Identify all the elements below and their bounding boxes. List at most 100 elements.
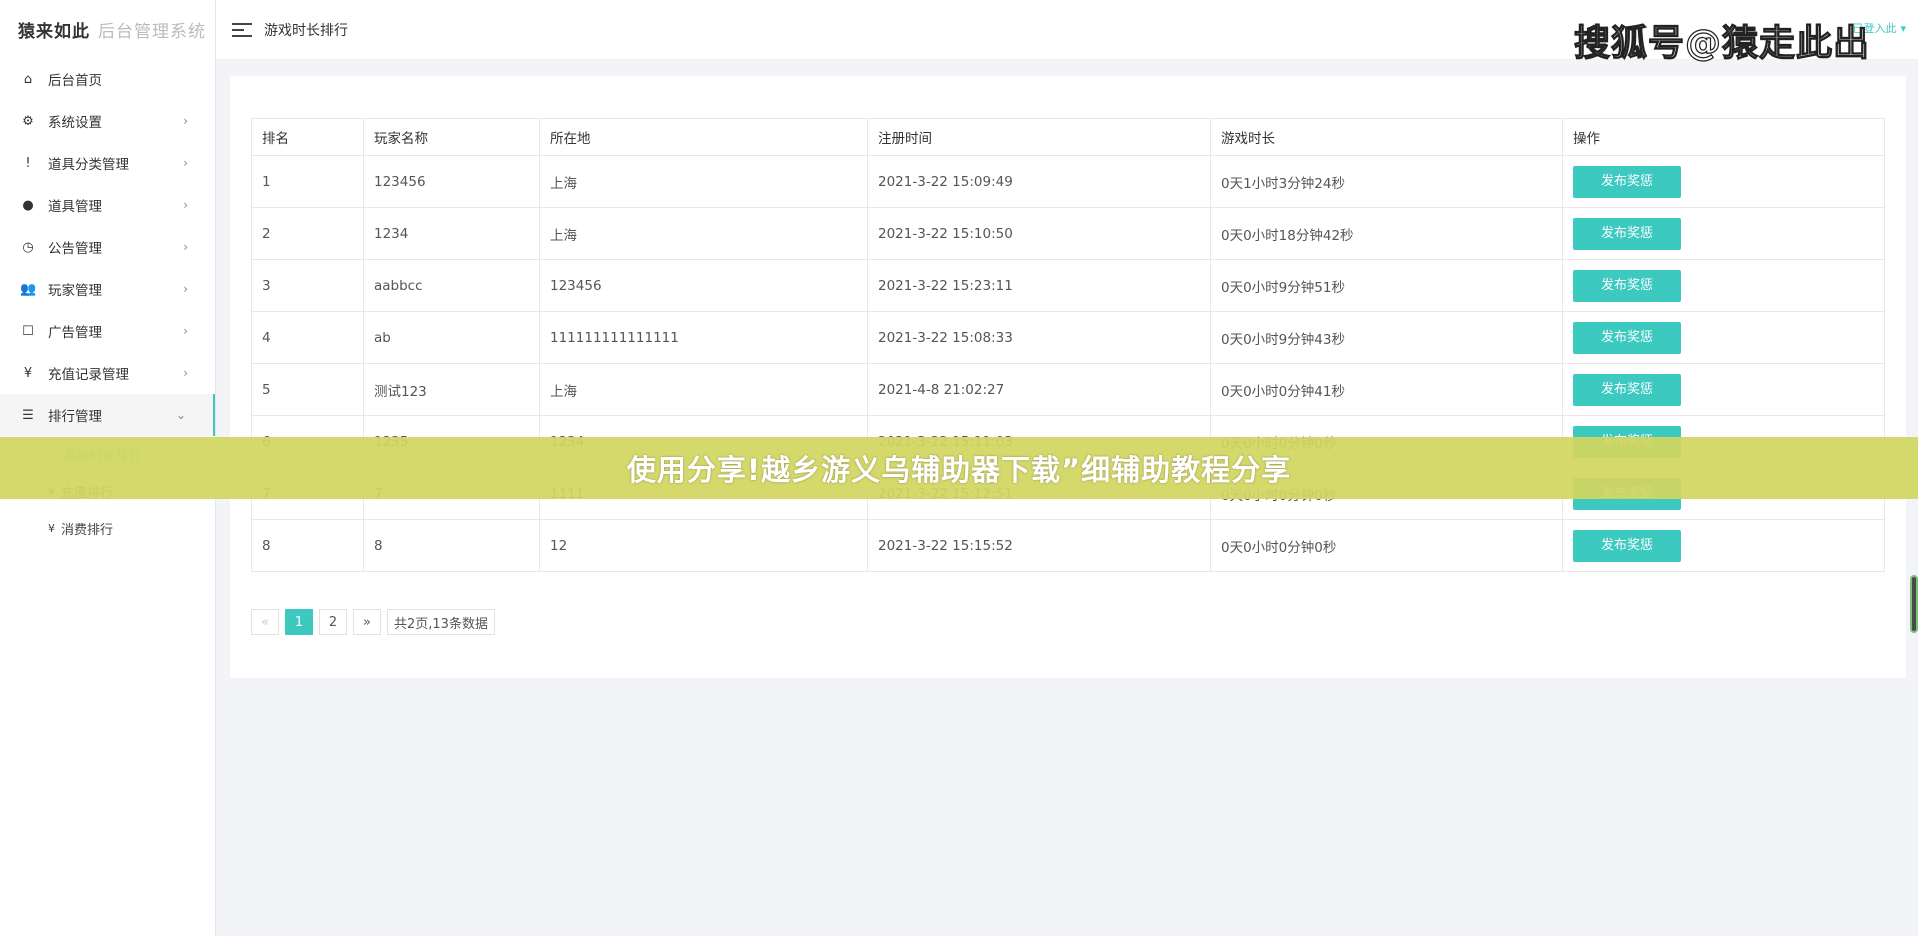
- top-header: 游戏时长排行 已登入此 ▾ 搜狐号@猿走此出: [216, 0, 1918, 65]
- page-button-1[interactable]: 1: [285, 609, 313, 635]
- cell-name: 123456: [363, 155, 540, 208]
- cell-action: 发布奖惩: [1562, 155, 1885, 208]
- cell-rank: 1: [251, 155, 364, 208]
- chevron-icon: ›: [183, 282, 188, 296]
- cell-location: 111111111111111: [539, 311, 868, 364]
- table-row: 3 aabbcc 123456 2021-3-22 15:23:11 0天0小时9分钟5…: [251, 259, 1885, 312]
- sidebar-item-4[interactable]: ◷ 公告管理 ›: [0, 226, 215, 268]
- sidebar-item-label: 系统设置: [48, 115, 102, 131]
- chevron-icon: ›: [183, 324, 188, 338]
- cell-action: 发布奖惩: [1562, 519, 1885, 572]
- cell-action: 发布奖惩: [1562, 311, 1885, 364]
- col-header-registered: 注册时间: [867, 118, 1211, 156]
- current-page-title: 游戏时长排行: [264, 22, 348, 39]
- sidebar-item-label: 广告管理: [48, 325, 102, 341]
- gear-icon: ⚙: [22, 113, 34, 129]
- cell-name: 测试123: [363, 363, 540, 416]
- sidebar-item-1[interactable]: ⚙ 系统设置 ›: [0, 100, 215, 142]
- sidebar-item-0[interactable]: ⌂ 后台首页: [0, 58, 215, 100]
- publish-reward-button[interactable]: 发布奖惩: [1573, 217, 1681, 250]
- ranking-table: 排名 玩家名称 所在地 注册时间 游戏时长 操作 1 123456 上海 2021-3…: [251, 118, 1885, 572]
- square-icon: ☐: [22, 323, 34, 339]
- cell-registered: 2021-4-8 21:02:27: [867, 363, 1211, 416]
- chevron-icon: ›: [183, 240, 188, 254]
- users-icon: 👥: [20, 281, 37, 297]
- alarm-clock-icon: ◷: [22, 239, 34, 255]
- pagination-summary: 共2页,13条数据: [387, 609, 495, 635]
- sidebar-item-5[interactable]: 👥 玩家管理 ›: [0, 268, 215, 310]
- cell-action: 发布奖惩: [1562, 259, 1885, 312]
- brand-name: 猿来如此: [18, 21, 90, 42]
- sidebar-item-label: 道具分类管理: [48, 157, 129, 173]
- cell-rank: 8: [251, 519, 364, 572]
- yen-icon: ¥: [23, 365, 33, 381]
- cell-name: aabbcc: [363, 259, 540, 312]
- publish-reward-button[interactable]: 发布奖惩: [1573, 529, 1681, 562]
- sidebar-item-8[interactable]: ☰ 排行管理 ⌄: [0, 394, 215, 436]
- app-logo[interactable]: 猿来如此 后台管理系统: [0, 0, 215, 58]
- banner-text: 使用分享!越乡游义乌辅助器下载”细辅助教程分享: [626, 453, 1292, 487]
- cell-duration: 0天0小时0分钟0秒: [1210, 519, 1563, 572]
- sidebar-subitem-2[interactable]: ¥ 消费排行: [0, 510, 215, 547]
- menu-toggle-icon[interactable]: [232, 22, 252, 37]
- table-row: 2 1234 上海 2021-3-22 15:10:50 0天0小时18分钟42秒 发布奖…: [251, 207, 1885, 260]
- cell-duration: 0天0小时9分钟43秒: [1210, 311, 1563, 364]
- alert-icon: !: [25, 155, 31, 171]
- col-header-rank: 排名: [251, 118, 364, 156]
- table-header-row: 排名 玩家名称 所在地 注册时间 游戏时长 操作: [251, 118, 1885, 156]
- publish-reward-button[interactable]: 发布奖惩: [1573, 165, 1681, 198]
- cell-rank: 3: [251, 259, 364, 312]
- cell-registered: 2021-3-22 15:15:52: [867, 519, 1211, 572]
- table-row: 8 8 12 2021-3-22 15:15:52 0天0小时0分钟0秒 发布奖惩: [251, 519, 1885, 572]
- chevron-icon: ⌄: [175, 408, 186, 422]
- cell-registered: 2021-3-22 15:10:50: [867, 207, 1211, 260]
- yen-icon: ¥: [48, 522, 55, 535]
- publish-reward-button[interactable]: 发布奖惩: [1573, 269, 1681, 302]
- chevron-icon: ›: [183, 114, 188, 128]
- cell-duration: 0天0小时9分钟51秒: [1210, 259, 1563, 312]
- sidebar-item-7[interactable]: ¥ 充值记录管理 ›: [0, 352, 215, 394]
- bulb-icon: ●: [22, 197, 34, 213]
- cell-location: 12: [539, 519, 868, 572]
- next-page-button[interactable]: »: [353, 609, 381, 635]
- sidebar-item-3[interactable]: ● 道具管理 ›: [0, 184, 215, 226]
- cell-location: 上海: [539, 363, 868, 416]
- col-header-duration: 游戏时长: [1210, 118, 1563, 156]
- cell-registered: 2021-3-22 15:23:11: [867, 259, 1211, 312]
- page-button-2[interactable]: 2: [319, 609, 347, 635]
- cell-registered: 2021-3-22 15:09:49: [867, 155, 1211, 208]
- col-header-location: 所在地: [539, 118, 868, 156]
- col-header-player: 玩家名称: [363, 118, 540, 156]
- cell-location: 123456: [539, 259, 868, 312]
- home-icon: ⌂: [23, 71, 33, 87]
- prev-page-button[interactable]: «: [251, 609, 279, 635]
- sidebar-item-6[interactable]: ☐ 广告管理 ›: [0, 310, 215, 352]
- chevron-icon: ›: [183, 198, 188, 212]
- cell-name: 1234: [363, 207, 540, 260]
- publish-reward-button[interactable]: 发布奖惩: [1573, 373, 1681, 406]
- cell-name: ab: [363, 311, 540, 364]
- content-card: 排名 玩家名称 所在地 注册时间 游戏时长 操作 1 123456 上海 2021-3…: [230, 76, 1906, 678]
- scrollbar-thumb[interactable]: [1910, 575, 1918, 633]
- cell-rank: 5: [251, 363, 364, 416]
- cell-name: 8: [363, 519, 540, 572]
- sidebar-item-label: 道具管理: [48, 199, 102, 215]
- sidebar-item-label: 公告管理: [48, 241, 102, 257]
- cell-location: 上海: [539, 155, 868, 208]
- cell-location: 上海: [539, 207, 868, 260]
- sidebar-item-label: 后台首页: [48, 73, 102, 89]
- sidebar-item-label: 玩家管理: [48, 283, 102, 299]
- cell-duration: 0天0小时0分钟41秒: [1210, 363, 1563, 416]
- sidebar-item-label: 排行管理: [48, 409, 102, 425]
- cell-registered: 2021-3-22 15:08:33: [867, 311, 1211, 364]
- cell-action: 发布奖惩: [1562, 207, 1885, 260]
- sidebar-item-2[interactable]: ! 道具分类管理 ›: [0, 142, 215, 184]
- table-row: 1 123456 上海 2021-3-22 15:09:49 0天1小时3分钟24秒 发布…: [251, 155, 1885, 208]
- system-name: 后台管理系统: [98, 21, 206, 42]
- cell-action: 发布奖惩: [1562, 363, 1885, 416]
- publish-reward-button[interactable]: 发布奖惩: [1573, 321, 1681, 354]
- watermark-text: 搜狐号@猿走此出: [1573, 22, 1870, 64]
- table-row: 4 ab 111111111111111 2021-3-22 15:08:33 0天0小…: [251, 311, 1885, 364]
- chevron-icon: ›: [183, 156, 188, 170]
- cell-duration: 0天1小时3分钟24秒: [1210, 155, 1563, 208]
